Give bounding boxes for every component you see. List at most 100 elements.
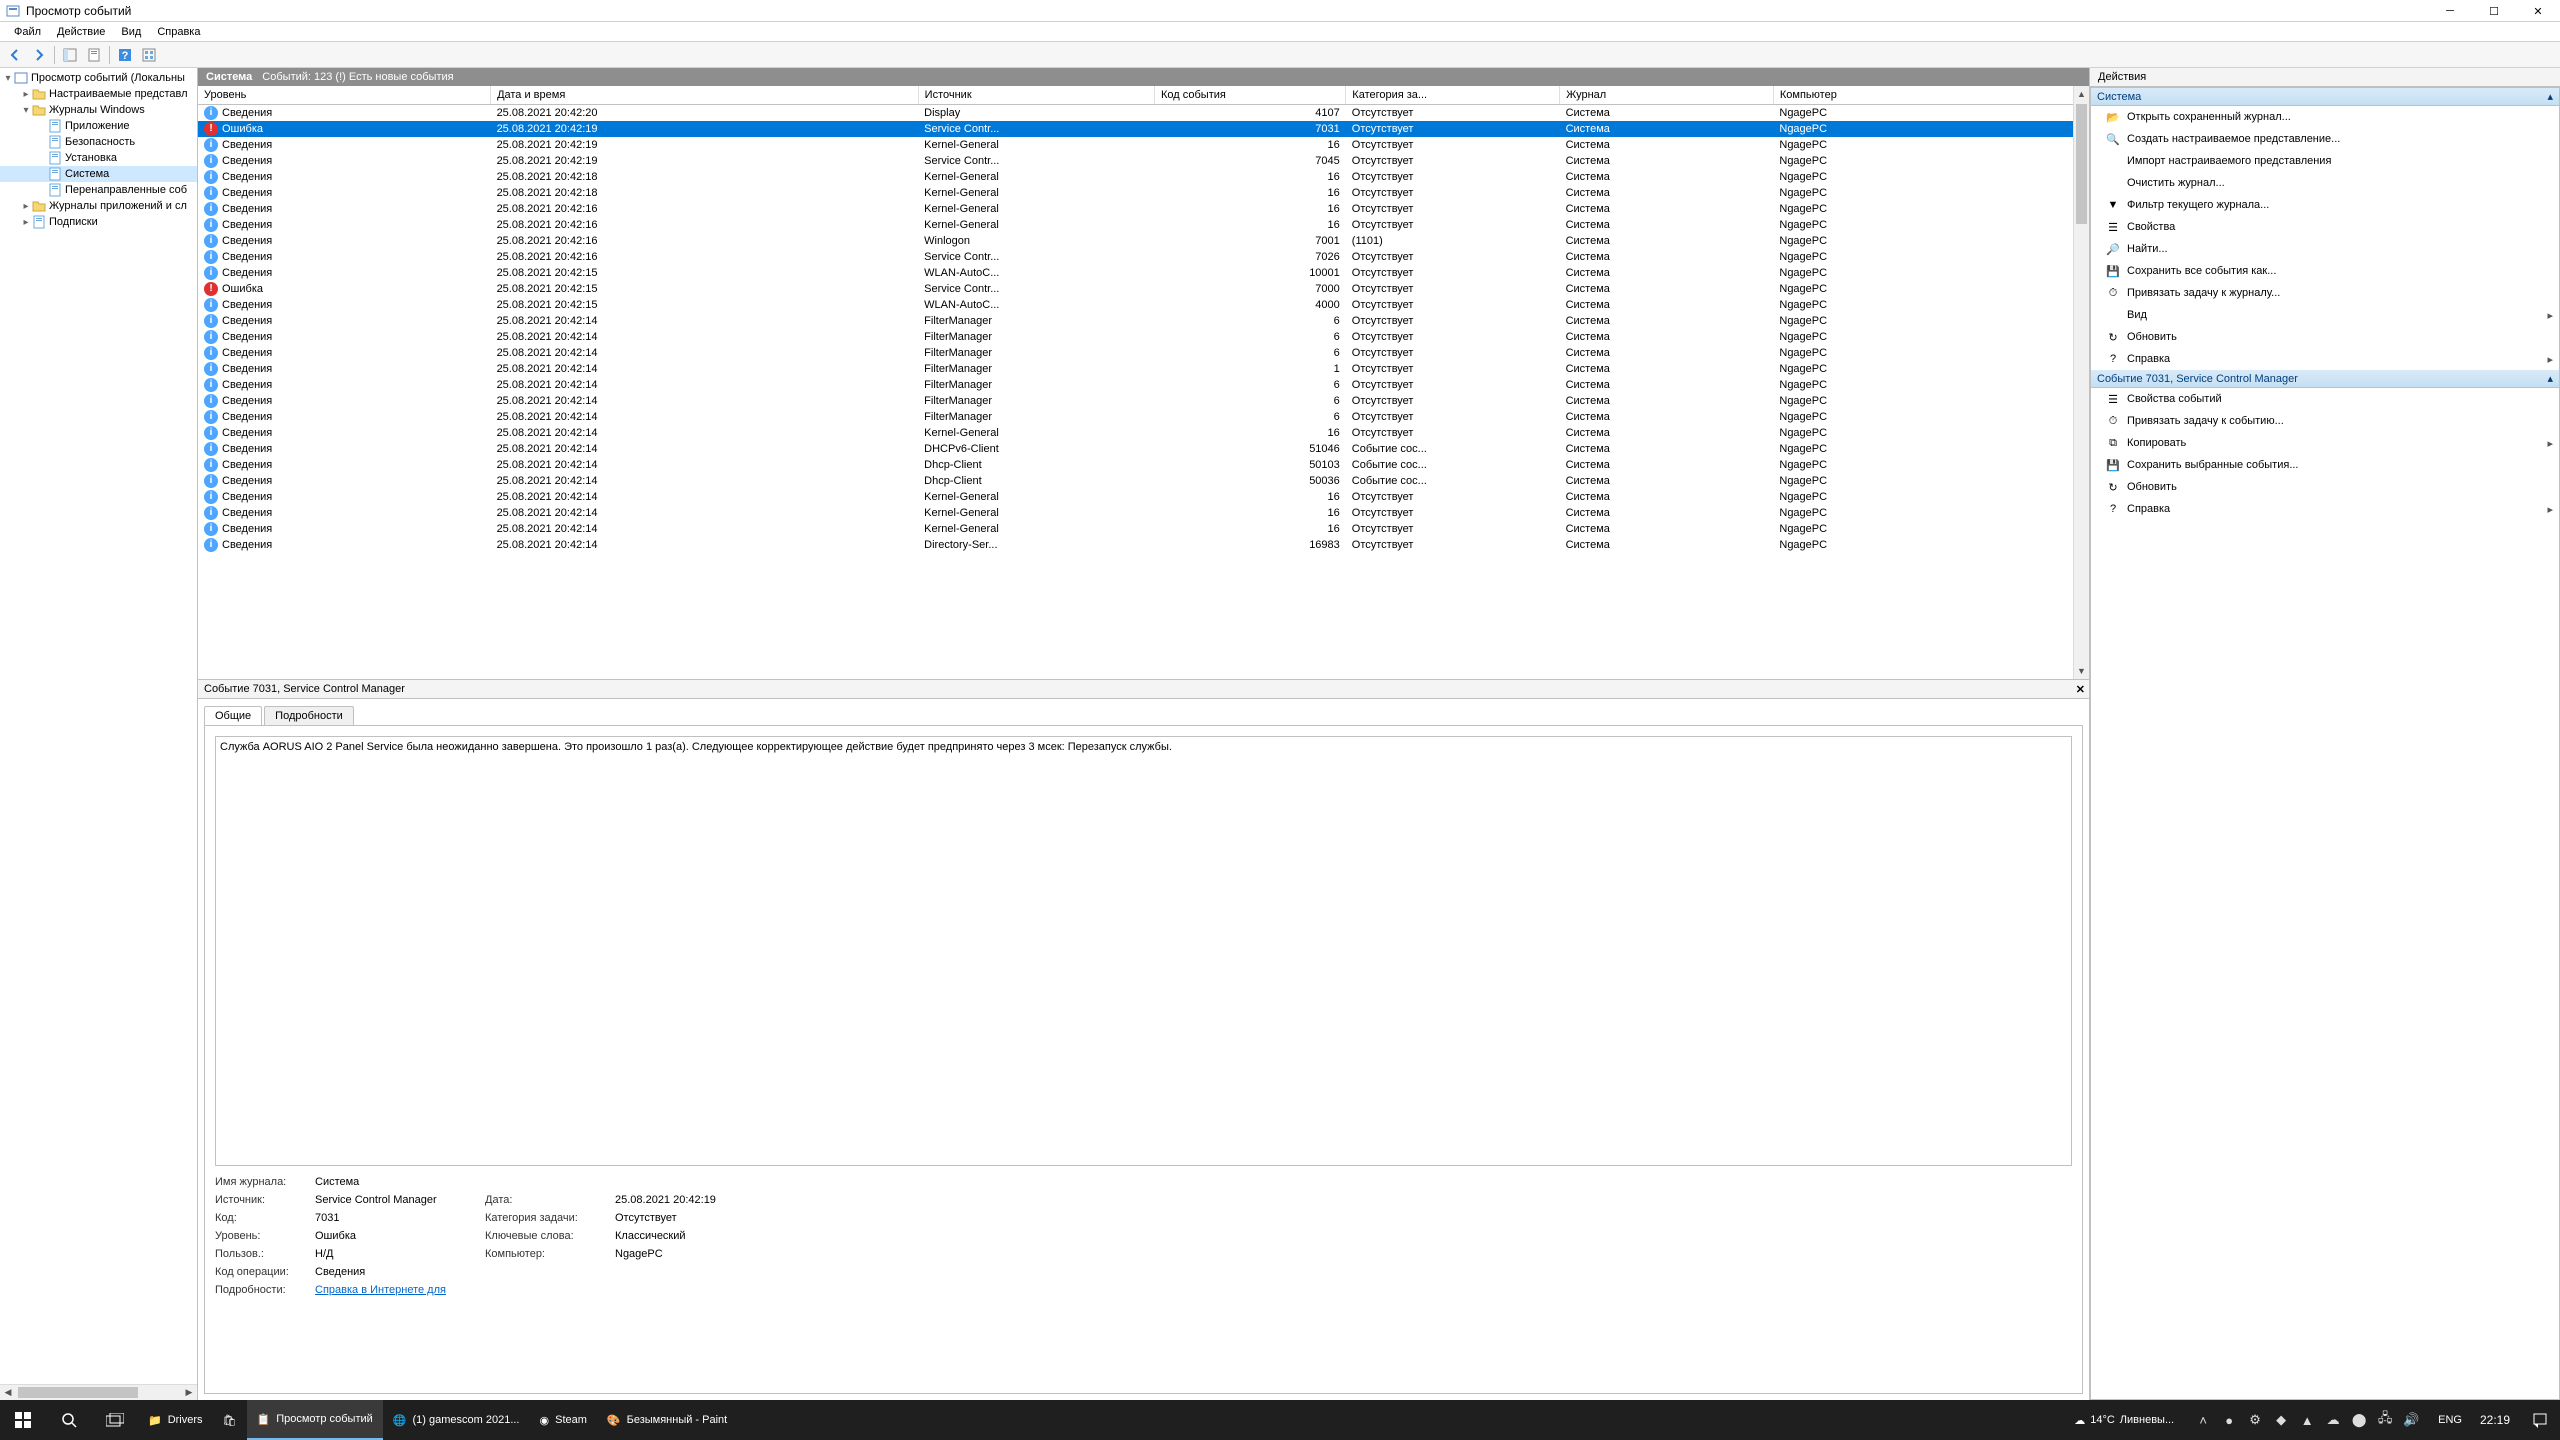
tree-item[interactable]: ▾Журналы Windows — [0, 102, 197, 118]
taskbar-item[interactable]: ◉Steam — [530, 1400, 597, 1440]
forward-button[interactable] — [28, 44, 50, 66]
action-item[interactable]: Очистить журнал... — [2091, 172, 2559, 194]
table-row[interactable]: iСведения25.08.2021 20:42:14FilterManage… — [198, 313, 2089, 329]
action-item[interactable]: 🔍Создать настраиваемое представление... — [2091, 128, 2559, 150]
tray-chevron-icon[interactable]: ˄ — [2194, 1411, 2212, 1429]
start-button[interactable] — [0, 1400, 46, 1440]
table-row[interactable]: iСведения25.08.2021 20:42:14Dhcp-Client5… — [198, 473, 2089, 489]
column-header[interactable]: Источник — [918, 86, 1154, 105]
notifications-button[interactable] — [2520, 1400, 2560, 1440]
tray-volume-icon[interactable]: 🔊 — [2402, 1411, 2420, 1429]
tray-icon[interactable]: ● — [2220, 1411, 2238, 1429]
action-item[interactable]: Импорт настраиваемого представления — [2091, 150, 2559, 172]
table-row[interactable]: iСведения25.08.2021 20:42:14FilterManage… — [198, 409, 2089, 425]
action-item[interactable]: ?Справка▸ — [2091, 348, 2559, 370]
action-item[interactable]: ⧉Копировать▸ — [2091, 432, 2559, 454]
action-item[interactable]: 📂Открыть сохраненный журнал... — [2091, 106, 2559, 128]
tree-item[interactable]: ▸Настраиваемые представл — [0, 86, 197, 102]
table-row[interactable]: iСведения25.08.2021 20:42:14Directory-Se… — [198, 537, 2089, 553]
table-row[interactable]: iСведения25.08.2021 20:42:14FilterManage… — [198, 393, 2089, 409]
menu-Файл[interactable]: Файл — [6, 24, 49, 40]
action-item[interactable]: ▼Фильтр текущего журнала... — [2091, 194, 2559, 216]
grid-vscrollbar[interactable]: ▲▼ — [2073, 86, 2089, 679]
tray-network-icon[interactable]: 🖧 — [2376, 1411, 2394, 1429]
tab-1[interactable]: Подробности — [264, 706, 354, 725]
action-item[interactable]: ↻Обновить — [2091, 326, 2559, 348]
taskview-button[interactable] — [92, 1400, 138, 1440]
table-row[interactable]: iСведения25.08.2021 20:42:14FilterManage… — [198, 377, 2089, 393]
action-item[interactable]: 🔎Найти... — [2091, 238, 2559, 260]
tree-item[interactable]: Установка — [0, 150, 197, 166]
table-row[interactable]: iСведения25.08.2021 20:42:15WLAN-AutoC..… — [198, 297, 2089, 313]
system-tray[interactable]: ˄ ● ⚙ ◆ ▲ ☁ ⬤ 🖧 🔊 — [2184, 1411, 2430, 1429]
table-row[interactable]: iСведения25.08.2021 20:42:14Kernel-Gener… — [198, 425, 2089, 441]
table-row[interactable]: iСведения25.08.2021 20:42:20Display4107О… — [198, 105, 2089, 122]
tree-item[interactable]: ▸Журналы приложений и сл — [0, 198, 197, 214]
search-button[interactable] — [46, 1400, 92, 1440]
tray-icon[interactable]: ◆ — [2272, 1411, 2290, 1429]
action-item[interactable]: ↻Обновить — [2091, 476, 2559, 498]
maximize-button[interactable]: ☐ — [2472, 0, 2516, 22]
taskbar-item[interactable]: 📁Drivers — [138, 1400, 213, 1440]
action-item[interactable]: ⏱Привязать задачу к событию... — [2091, 410, 2559, 432]
action-item[interactable]: ?Справка▸ — [2091, 498, 2559, 520]
taskbar-clock[interactable]: 22:19 — [2470, 1414, 2520, 1426]
weather-widget[interactable]: ☁ 14°C Ливневы... — [2064, 1414, 2184, 1427]
table-row[interactable]: iСведения25.08.2021 20:42:16Kernel-Gener… — [198, 217, 2089, 233]
help-button[interactable]: ? — [114, 44, 136, 66]
menu-Вид[interactable]: Вид — [113, 24, 149, 40]
tree-root[interactable]: ▾ Просмотр событий (Локальны — [0, 70, 197, 86]
table-row[interactable]: iСведения25.08.2021 20:42:14Kernel-Gener… — [198, 521, 2089, 537]
taskbar-item[interactable]: 📋Просмотр событий — [247, 1400, 383, 1440]
close-button[interactable]: ✕ — [2516, 0, 2560, 22]
table-row[interactable]: !Ошибка25.08.2021 20:42:15Service Contr.… — [198, 281, 2089, 297]
tree-item[interactable]: ▸Подписки — [0, 214, 197, 230]
action-item[interactable]: ☰Свойства — [2091, 216, 2559, 238]
back-button[interactable] — [4, 44, 26, 66]
table-row[interactable]: iСведения25.08.2021 20:42:16Winlogon7001… — [198, 233, 2089, 249]
column-header[interactable]: Код события — [1154, 86, 1345, 105]
tray-language[interactable]: ENG — [2430, 1414, 2470, 1426]
show-tree-button[interactable] — [59, 44, 81, 66]
table-row[interactable]: iСведения25.08.2021 20:42:19Service Cont… — [198, 153, 2089, 169]
action-item[interactable]: 💾Сохранить все события как... — [2091, 260, 2559, 282]
properties-button[interactable] — [83, 44, 105, 66]
column-header[interactable]: Дата и время — [491, 86, 919, 105]
minimize-button[interactable]: ─ — [2428, 0, 2472, 22]
taskbar-item[interactable]: 🌐(1) gamescom 2021... — [383, 1400, 530, 1440]
table-row[interactable]: iСведения25.08.2021 20:42:14DHCPv6-Clien… — [198, 441, 2089, 457]
table-row[interactable]: iСведения25.08.2021 20:42:14FilterManage… — [198, 361, 2089, 377]
refresh-button[interactable] — [138, 44, 160, 66]
events-grid[interactable]: УровеньДата и времяИсточникКод событияКа… — [198, 86, 2089, 680]
table-row[interactable]: iСведения25.08.2021 20:42:14FilterManage… — [198, 345, 2089, 361]
table-row[interactable]: iСведения25.08.2021 20:42:18Kernel-Gener… — [198, 169, 2089, 185]
action-item[interactable]: 💾Сохранить выбранные события... — [2091, 454, 2559, 476]
column-header[interactable]: Компьютер — [1773, 86, 2088, 105]
tray-icon[interactable]: ⬤ — [2350, 1411, 2368, 1429]
action-item[interactable]: Вид▸ — [2091, 304, 2559, 326]
table-row[interactable]: iСведения25.08.2021 20:42:14Kernel-Gener… — [198, 489, 2089, 505]
table-row[interactable]: iСведения25.08.2021 20:42:14Dhcp-Client5… — [198, 457, 2089, 473]
table-row[interactable]: iСведения25.08.2021 20:42:14Kernel-Gener… — [198, 505, 2089, 521]
table-row[interactable]: iСведения25.08.2021 20:42:18Kernel-Gener… — [198, 185, 2089, 201]
taskbar-item[interactable]: 🎨Безымянный - Paint — [597, 1400, 737, 1440]
table-row[interactable]: iСведения25.08.2021 20:42:14FilterManage… — [198, 329, 2089, 345]
action-item[interactable]: ☰Свойства событий — [2091, 388, 2559, 410]
table-row[interactable]: !Ошибка25.08.2021 20:42:19Service Contr.… — [198, 121, 2089, 137]
actions-section-header[interactable]: Событие 7031, Service Control Manager▴ — [2091, 370, 2559, 388]
table-row[interactable]: iСведения25.08.2021 20:42:15WLAN-AutoC..… — [198, 265, 2089, 281]
tree-item[interactable]: Приложение — [0, 118, 197, 134]
table-row[interactable]: iСведения25.08.2021 20:42:16Kernel-Gener… — [198, 201, 2089, 217]
table-row[interactable]: iСведения25.08.2021 20:42:16Service Cont… — [198, 249, 2089, 265]
action-item[interactable]: ⏱Привязать задачу к журналу... — [2091, 282, 2559, 304]
tray-icon[interactable]: ▲ — [2298, 1411, 2316, 1429]
column-header[interactable]: Уровень — [198, 86, 491, 105]
column-header[interactable]: Журнал — [1560, 86, 1774, 105]
column-header[interactable]: Категория за... — [1346, 86, 1560, 105]
tab-0[interactable]: Общие — [204, 706, 262, 725]
preview-close-button[interactable]: ✕ — [2076, 683, 2085, 696]
tree-item[interactable]: Система — [0, 166, 197, 182]
tree-item[interactable]: Перенаправленные соб — [0, 182, 197, 198]
tray-icon[interactable]: ⚙ — [2246, 1411, 2264, 1429]
tree-item[interactable]: Безопасность — [0, 134, 197, 150]
